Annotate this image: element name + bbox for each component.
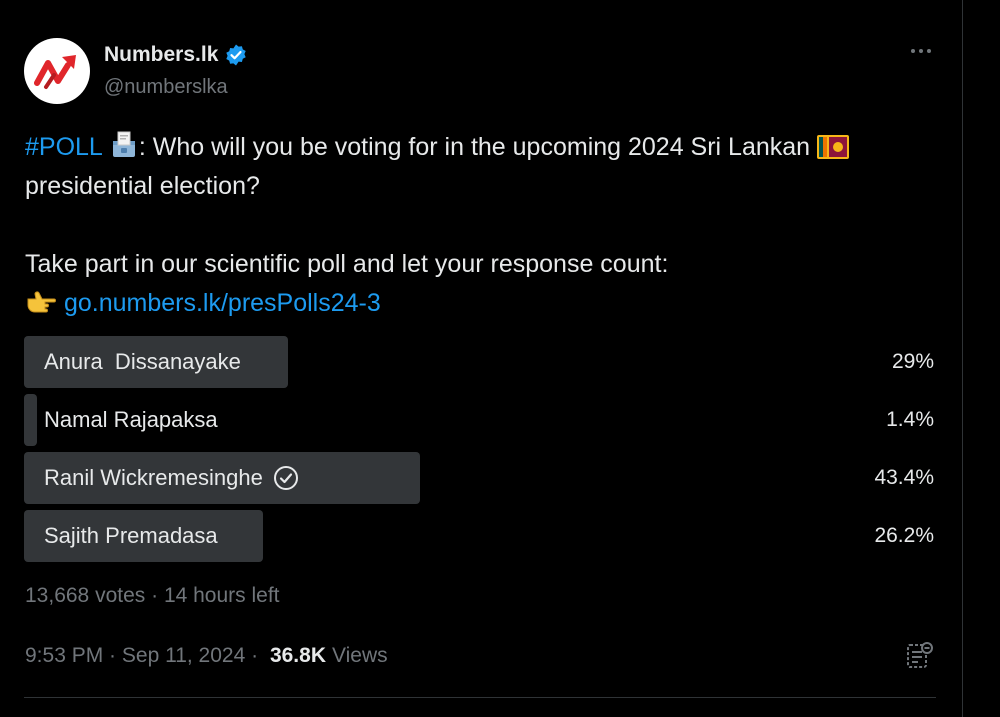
avatar[interactable]	[24, 38, 90, 104]
more-options-icon	[911, 49, 931, 53]
tweet-time[interactable]: 9:53 PM	[25, 644, 103, 668]
poll-option[interactable]: Sajith Premadasa 26.2%	[24, 510, 936, 562]
poll-time-left: 14 hours left	[163, 584, 280, 607]
tweet: Numbers.lk @numberslka #POLL : Who will …	[0, 0, 962, 717]
timestamp-separator: ·	[103, 644, 122, 667]
poll-option-label-text: Ranil Wickremesinghe	[44, 465, 263, 490]
poll-option-percent: 26.2%	[874, 524, 934, 547]
poll-option-label-text: Namal Rajapaksa	[44, 407, 218, 432]
pointing-hand-emoji	[27, 291, 56, 313]
sri-lanka-flag-emoji	[817, 135, 850, 159]
poll-option[interactable]: Anura Dissanayake 29%	[24, 336, 936, 388]
poll-option-label-text: Anura Dissanayake	[44, 349, 241, 374]
author-name[interactable]: Numbers.lk	[104, 43, 248, 67]
tweet-date[interactable]: Sep 11, 2024	[122, 644, 245, 668]
tweet-divider	[24, 697, 936, 698]
poll-votes: 13,668 votes	[25, 584, 146, 607]
views-count: 36.8K	[269, 644, 326, 667]
views-label: Views	[332, 644, 388, 667]
tweet-text: #POLL : Who will you be voting for in th…	[25, 128, 945, 323]
numbers-lk-logo-icon	[34, 55, 76, 89]
ballot-box-emoji	[112, 131, 135, 157]
poll-option-label-text: Sajith Premadasa	[44, 523, 218, 548]
poll-option-label: Namal Rajapaksa	[44, 407, 218, 433]
tweet-line-1: #POLL : Who will you be voting for in th…	[25, 128, 945, 167]
poll-link[interactable]: go.numbers.lk/presPolls24-3	[64, 289, 381, 317]
tweet-line-4: go.numbers.lk/presPolls24-3	[25, 284, 945, 323]
verified-badge-icon	[226, 44, 247, 66]
poll-option-label: Sajith Premadasa	[44, 523, 218, 549]
tweet-timestamp-row: 9:53 PM · Sep 11, 2024 · 36.8K Views	[25, 644, 388, 668]
poll-meta-separator: ·	[145, 584, 164, 607]
poll: Anura Dissanayake 29% Namal Rajapaksa 1.…	[24, 336, 936, 568]
hashtag-link[interactable]: #POLL	[25, 133, 102, 161]
view-analytics-icon[interactable]	[904, 639, 936, 671]
tweet-line-1-text: : Who will you be voting for in the upco…	[138, 133, 818, 161]
poll-option-label: Anura Dissanayake	[44, 349, 241, 375]
poll-option-bar	[24, 394, 37, 446]
poll-option[interactable]: Namal Rajapaksa 1.4%	[24, 394, 936, 446]
author-handle[interactable]: @numberslka	[104, 76, 228, 99]
tweet-line-3: Take part in our scientific poll and let…	[25, 250, 669, 278]
poll-option-percent: 29%	[891, 350, 934, 373]
tweet-line-2: presidential election?	[25, 172, 260, 200]
timestamp-separator: ·	[245, 644, 264, 667]
selected-check-icon	[273, 466, 298, 490]
author-name-text[interactable]: Numbers.lk	[104, 43, 218, 67]
more-options-button[interactable]	[904, 36, 938, 66]
poll-option-label: Ranil Wickremesinghe	[44, 465, 299, 491]
poll-option[interactable]: Ranil Wickremesinghe 43.4%	[24, 452, 936, 504]
poll-option-percent: 1.4%	[886, 408, 934, 431]
poll-meta: 13,668 votes · 14 hours left	[25, 584, 280, 608]
column-divider	[962, 0, 963, 717]
poll-option-percent: 43.4%	[874, 466, 934, 489]
